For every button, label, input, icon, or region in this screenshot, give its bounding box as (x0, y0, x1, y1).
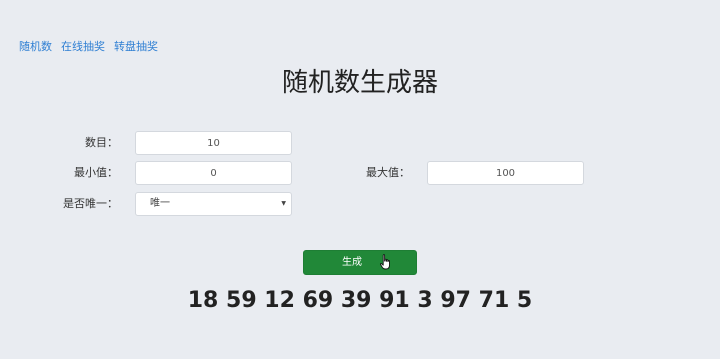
max-label: 最大值： (366, 166, 410, 179)
chevron-down-icon: ▼ (281, 200, 286, 207)
top-nav: 随机数 在线抽奖 转盘抽奖 (19, 40, 158, 54)
hand-pointer-icon (380, 254, 390, 270)
unique-select-value: 唯一 (150, 198, 170, 209)
generate-button[interactable]: 生成 (303, 250, 417, 275)
max-input[interactable] (427, 161, 584, 185)
min-input[interactable] (135, 161, 292, 185)
unique-label: 是否唯一： (63, 197, 118, 210)
page-title: 随机数生成器 (281, 68, 438, 98)
count-input[interactable] (135, 131, 292, 155)
nav-link-wheel-lottery[interactable]: 转盘抽奖 (114, 40, 158, 54)
nav-link-online-lottery[interactable]: 在线抽奖 (61, 40, 105, 54)
nav-link-random-number[interactable]: 随机数 (19, 40, 52, 54)
generate-button-label: 生成 (342, 257, 362, 268)
unique-select[interactable]: 唯一 ▼ (135, 192, 292, 216)
min-label: 最小值： (74, 166, 118, 179)
result-numbers: 18 59 12 69 39 91 3 97 71 5 (187, 288, 533, 313)
page: 随机数 在线抽奖 转盘抽奖 随机数生成器 数目： 最小值： 最大值： 是否唯一：… (0, 0, 720, 359)
count-label: 数目： (85, 136, 118, 149)
